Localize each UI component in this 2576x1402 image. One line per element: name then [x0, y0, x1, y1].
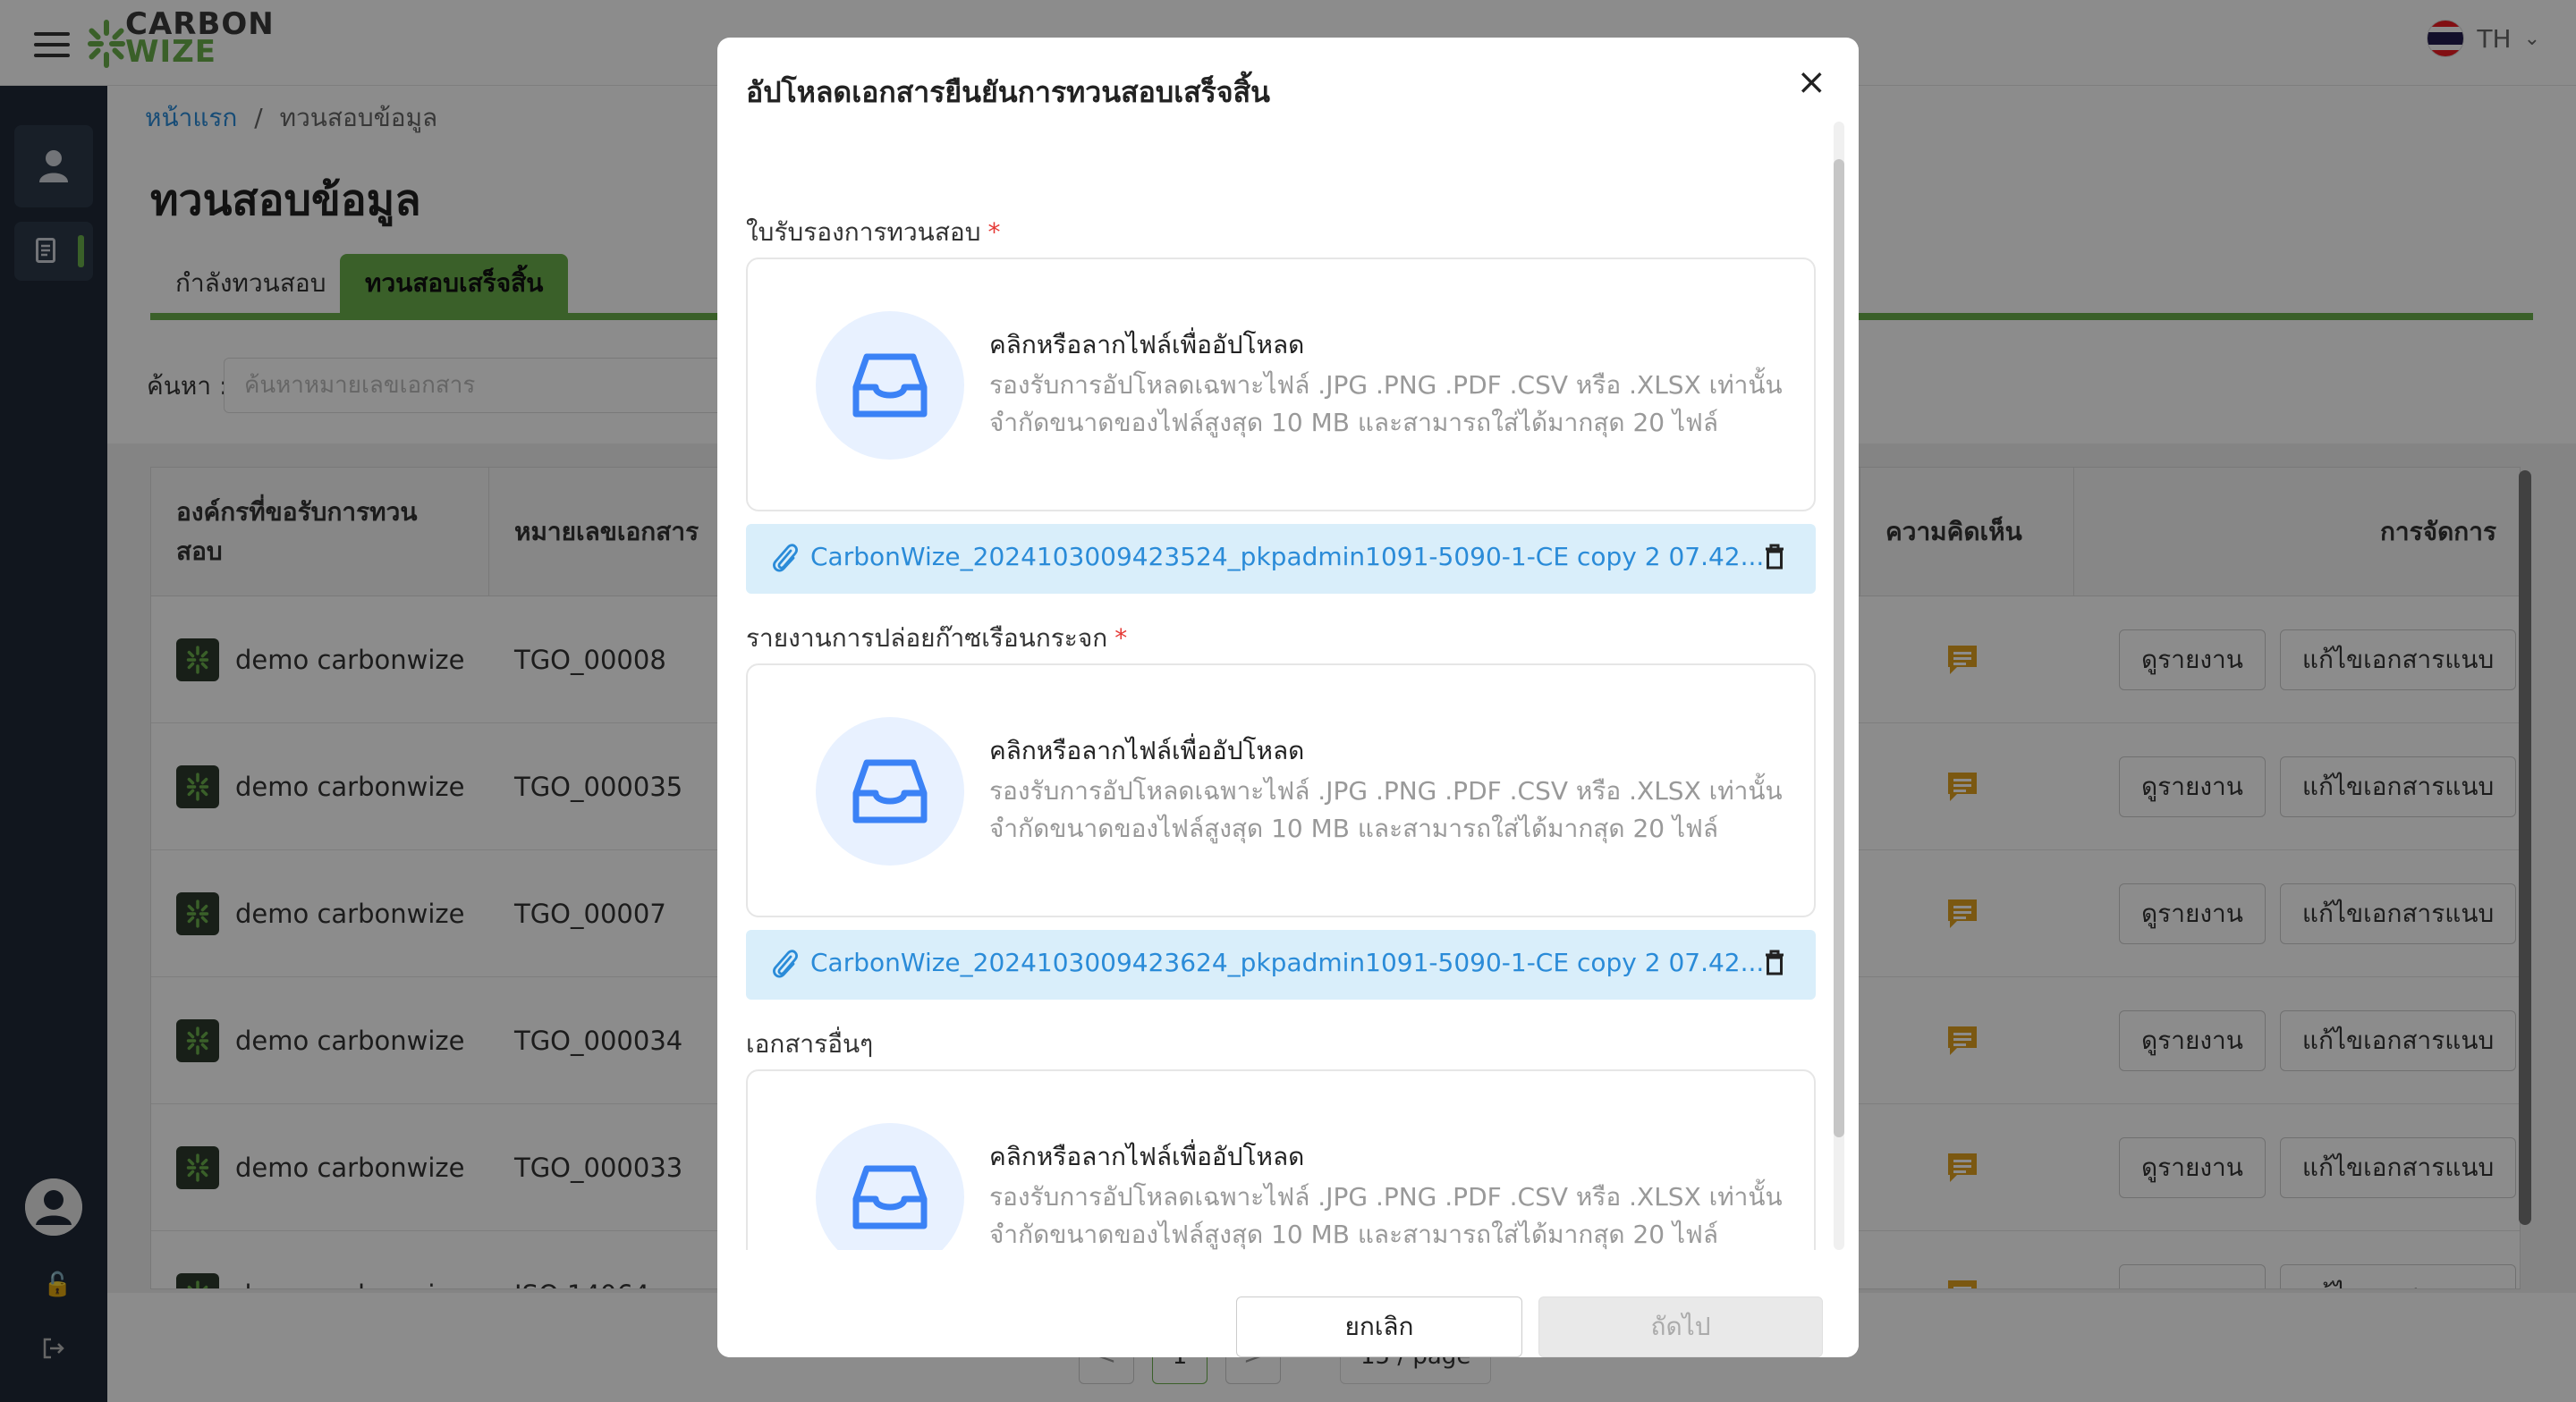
- dropzone-title: คลิกหรือลากไฟล์เพื่ออัปโหลด: [989, 1142, 1305, 1171]
- inbox-icon: [816, 311, 964, 460]
- paperclip-icon: [773, 950, 798, 978]
- field-label-other-docs: เอกสารอื่นๆ: [746, 1025, 873, 1064]
- dropzone-hint-line2: จำกัดขนาดของไฟล์สูงสุด 10 MB และสามารถใส…: [989, 408, 1719, 437]
- field-label-certificate-text: ใบรับรองการทวนสอบ: [746, 217, 981, 247]
- modal-footer: ยกเลิก ถัดไป: [717, 1250, 1859, 1357]
- trash-icon[interactable]: [1764, 950, 1785, 976]
- dropzone-ghg-report[interactable]: คลิกหรือลากไฟล์เพื่ออัปโหลด รองรับการอัป…: [746, 663, 1816, 917]
- field-label-other-docs-text: เอกสารอื่นๆ: [746, 1029, 874, 1059]
- required-mark: *: [1114, 623, 1128, 653]
- next-button[interactable]: ถัดไป: [1538, 1296, 1823, 1357]
- inbox-icon: [816, 717, 964, 866]
- dropzone-hint-line1: รองรับการอัปโหลดเฉพาะไฟล์ .JPG .PNG .PDF…: [989, 370, 1783, 400]
- dropzone-hint: รองรับการอัปโหลดเฉพาะไฟล์ .JPG .PNG .PDF…: [989, 367, 1783, 442]
- dropzone-hint-line2: จำกัดขนาดของไฟล์สูงสุด 10 MB และสามารถใส…: [989, 814, 1719, 843]
- dropzone-hint-line1: รองรับการอัปโหลดเฉพาะไฟล์ .JPG .PNG .PDF…: [989, 776, 1783, 806]
- modal-title: อัปโหลดเอกสารยืนยันการทวนสอบเสร็จสิ้น: [746, 75, 1271, 109]
- required-mark: *: [987, 217, 1001, 247]
- cancel-button[interactable]: ยกเลิก: [1236, 1296, 1522, 1357]
- dropzone-title: คลิกหรือลากไฟล์เพื่ออัปโหลด: [989, 330, 1305, 359]
- close-icon[interactable]: ×: [1796, 64, 1826, 100]
- paperclip-icon: [773, 544, 798, 572]
- trash-icon[interactable]: [1764, 544, 1785, 570]
- inbox-icon: [816, 1123, 964, 1250]
- dropzone-hint: รองรับการอัปโหลดเฉพาะไฟล์ .JPG .PNG .PDF…: [989, 1178, 1783, 1250]
- modal-scrollbar-thumb[interactable]: [1834, 159, 1844, 1137]
- modal-body: ใบรับรองการทวนสอบ * คลิกหรือลากไฟล์เพื่ออ…: [746, 152, 1816, 1250]
- field-label-certificate: ใบรับรองการทวนสอบ *: [746, 213, 1001, 252]
- upload-modal: อัปโหลดเอกสารยืนยันการทวนสอบเสร็จสิ้น × …: [717, 38, 1859, 1357]
- dropzone-title: คลิกหรือลากไฟล์เพื่ออัปโหลด: [989, 736, 1305, 765]
- field-label-ghg-report: รายงานการปล่อยก๊าซเรือนกระจก *: [746, 619, 1127, 658]
- field-label-ghg-report-text: รายงานการปล่อยก๊าซเรือนกระจก: [746, 623, 1108, 653]
- dropzone-other-docs[interactable]: คลิกหรือลากไฟล์เพื่ออัปโหลด รองรับการอัป…: [746, 1069, 1816, 1250]
- dropzone-hint: รองรับการอัปโหลดเฉพาะไฟล์ .JPG .PNG .PDF…: [989, 773, 1783, 848]
- uploaded-file-name[interactable]: CarbonWize_2024103009423624_pkpadmin1091…: [810, 948, 1772, 977]
- uploaded-file-ghg-report[interactable]: CarbonWize_2024103009423624_pkpadmin1091…: [746, 930, 1816, 1000]
- dropzone-hint-line2: จำกัดขนาดของไฟล์สูงสุด 10 MB และสามารถใส…: [989, 1220, 1719, 1249]
- uploaded-file-certificate[interactable]: CarbonWize_2024103009423524_pkpadmin1091…: [746, 524, 1816, 594]
- modal-scrollbar[interactable]: [1834, 122, 1844, 1250]
- uploaded-file-name[interactable]: CarbonWize_2024103009423524_pkpadmin1091…: [810, 542, 1772, 571]
- dropzone-hint-line1: รองรับการอัปโหลดเฉพาะไฟล์ .JPG .PNG .PDF…: [989, 1182, 1783, 1212]
- dropzone-certificate[interactable]: คลิกหรือลากไฟล์เพื่ออัปโหลด รองรับการอัป…: [746, 258, 1816, 511]
